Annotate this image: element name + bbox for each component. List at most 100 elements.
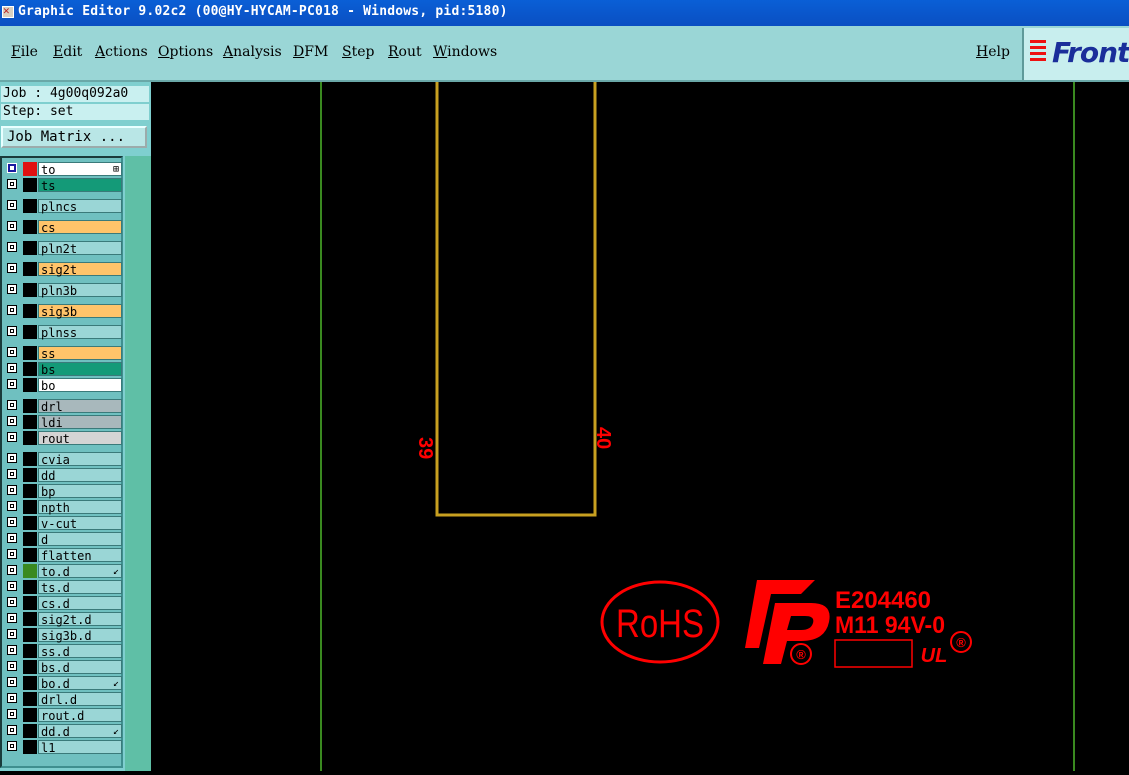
layer-name[interactable]: rout: [38, 431, 122, 446]
layer-checkbox[interactable]: [7, 347, 17, 357]
layer-row-drl[interactable]: drl: [4, 399, 122, 414]
layer-list-scrollbar[interactable]: [125, 156, 151, 771]
layer-name[interactable]: drl: [38, 399, 122, 414]
layer-row-to-d[interactable]: to.d ↙: [4, 564, 122, 579]
layer-checkbox[interactable]: [7, 305, 17, 315]
layer-name[interactable]: cvia: [38, 452, 122, 467]
layer-checkbox[interactable]: [7, 597, 17, 607]
layer-checkbox[interactable]: [7, 432, 17, 442]
layer-name[interactable]: ts: [38, 178, 122, 193]
layer-name[interactable]: rout.d: [38, 708, 122, 723]
layer-checkbox[interactable]: [7, 179, 17, 189]
layer-color-swatch[interactable]: [23, 676, 37, 690]
layer-color-swatch[interactable]: [23, 724, 37, 738]
layer-name[interactable]: bo: [38, 378, 122, 393]
layer-name[interactable]: pln3b: [38, 283, 122, 298]
layer-name[interactable]: sig2t.d: [38, 612, 122, 627]
layer-name[interactable]: plnss: [38, 325, 122, 340]
layer-checkbox[interactable]: [7, 416, 17, 426]
layer-color-swatch[interactable]: [23, 596, 37, 610]
layer-name[interactable]: bs: [38, 362, 122, 377]
layer-row-drl-d[interactable]: drl.d: [4, 692, 122, 707]
layer-name[interactable]: sig3b: [38, 304, 122, 319]
layer-row-bs-d[interactable]: bs.d: [4, 660, 122, 675]
layer-row-rout[interactable]: rout: [4, 431, 122, 446]
layer-name[interactable]: to.d ↙: [38, 564, 122, 579]
layer-name[interactable]: bs.d: [38, 660, 122, 675]
menu-edit[interactable]: Edit: [53, 44, 82, 60]
layer-color-swatch[interactable]: [23, 548, 37, 562]
layer-color-swatch[interactable]: [23, 220, 37, 234]
layer-name[interactable]: sig3b.d: [38, 628, 122, 643]
layer-color-swatch[interactable]: [23, 660, 37, 674]
job-matrix-button[interactable]: Job Matrix ...: [1, 126, 147, 148]
layer-color-swatch[interactable]: [23, 484, 37, 498]
layer-checkbox[interactable]: [7, 400, 17, 410]
layer-name[interactable]: dd.d ↙: [38, 724, 122, 739]
menu-analysis[interactable]: Analysis: [223, 44, 282, 60]
layer-row-ts[interactable]: ts: [4, 178, 122, 193]
layer-checkbox[interactable]: [7, 613, 17, 623]
layer-name[interactable]: ss.d: [38, 644, 122, 659]
menu-file[interactable]: File: [11, 44, 38, 60]
graphic-canvas[interactable]: 39 40 RoHS ® E204460 M11 94V-0 UL ®: [151, 82, 1129, 771]
layer-row-plnss[interactable]: plnss: [4, 325, 122, 340]
layer-color-swatch[interactable]: [23, 468, 37, 482]
layer-checkbox[interactable]: [7, 629, 17, 639]
layer-name[interactable]: l1: [38, 740, 122, 755]
menu-help[interactable]: Help: [976, 44, 1010, 60]
layer-color-swatch[interactable]: [23, 628, 37, 642]
layer-checkbox[interactable]: [7, 284, 17, 294]
layer-row-ts-d[interactable]: ts.d: [4, 580, 122, 595]
layer-checkbox[interactable]: [7, 741, 17, 751]
layer-color-swatch[interactable]: [23, 378, 37, 392]
layer-name[interactable]: v-cut: [38, 516, 122, 531]
layer-name[interactable]: ts.d: [38, 580, 122, 595]
layer-color-swatch[interactable]: [23, 199, 37, 213]
layer-row-cvia[interactable]: cvia: [4, 452, 122, 467]
layer-row-bp[interactable]: bp: [4, 484, 122, 499]
layer-row-sig3b[interactable]: sig3b: [4, 304, 122, 319]
layer-checkbox[interactable]: [7, 709, 17, 719]
layer-name[interactable]: to ⊞: [38, 162, 122, 177]
layer-row-plncs[interactable]: plncs: [4, 199, 122, 214]
layer-row-bo-d[interactable]: bo.d ↙: [4, 676, 122, 691]
menu-actions[interactable]: Actions: [95, 44, 148, 60]
menu-windows[interactable]: Windows: [433, 44, 497, 60]
layer-checkbox[interactable]: [7, 163, 17, 173]
layer-name[interactable]: dd: [38, 468, 122, 483]
layer-row-pln2t[interactable]: pln2t: [4, 241, 122, 256]
layer-checkbox[interactable]: [7, 517, 17, 527]
layer-row-v-cut[interactable]: v-cut: [4, 516, 122, 531]
layer-row-dd[interactable]: dd: [4, 468, 122, 483]
layer-color-swatch[interactable]: [23, 431, 37, 445]
layer-color-swatch[interactable]: [23, 304, 37, 318]
layer-checkbox[interactable]: [7, 242, 17, 252]
layer-row-dd-d[interactable]: dd.d ↙: [4, 724, 122, 739]
menu-rout[interactable]: Rout: [388, 44, 422, 60]
layer-color-swatch[interactable]: [23, 612, 37, 626]
menu-step[interactable]: Step: [342, 44, 374, 60]
layer-color-swatch[interactable]: [23, 262, 37, 276]
layer-checkbox[interactable]: [7, 581, 17, 591]
layer-checkbox[interactable]: [7, 379, 17, 389]
layer-checkbox[interactable]: [7, 677, 17, 687]
layer-row-bs[interactable]: bs: [4, 362, 122, 377]
layer-name[interactable]: plncs: [38, 199, 122, 214]
layer-color-swatch[interactable]: [23, 283, 37, 297]
layer-row-bo[interactable]: bo: [4, 378, 122, 393]
layer-color-swatch[interactable]: [23, 708, 37, 722]
layer-row-pln3b[interactable]: pln3b: [4, 283, 122, 298]
layer-checkbox[interactable]: [7, 263, 17, 273]
layer-color-swatch[interactable]: [23, 516, 37, 530]
layer-row-ss[interactable]: ss: [4, 346, 122, 361]
layer-color-swatch[interactable]: [23, 241, 37, 255]
layer-checkbox[interactable]: [7, 501, 17, 511]
layer-name[interactable]: bp: [38, 484, 122, 499]
layer-color-swatch[interactable]: [23, 325, 37, 339]
layer-row-rout-d[interactable]: rout.d: [4, 708, 122, 723]
layer-name[interactable]: npth: [38, 500, 122, 515]
layer-name[interactable]: drl.d: [38, 692, 122, 707]
menu-dfm[interactable]: DFM: [293, 44, 328, 60]
layer-color-swatch[interactable]: [23, 415, 37, 429]
